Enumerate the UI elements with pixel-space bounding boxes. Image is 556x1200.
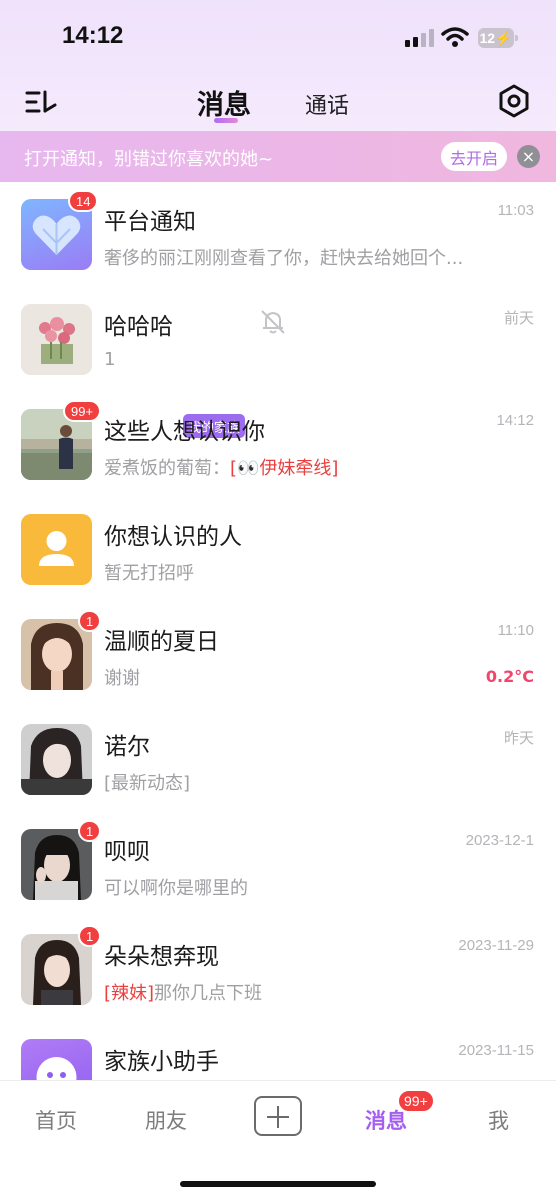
conversation-item[interactable]: 1 温顺的夏日 11:10 谢谢 0.2°C — [0, 602, 556, 707]
conversation-name: 家族小助手 — [104, 1049, 219, 1075]
notification-banner: 打开通知，别错过你喜欢的她~ 去开启 — [0, 131, 556, 182]
conversation-time: 前天 — [503, 310, 534, 327]
nav-friends[interactable]: 朋友 — [145, 1105, 187, 1135]
conversation-name: 这些人想认识你 — [104, 419, 265, 445]
close-banner-button[interactable]: × — [517, 145, 540, 168]
tab-messages[interactable]: 消息 — [197, 83, 251, 122]
mute-bell-icon — [261, 310, 285, 334]
flowers-photo-avatar — [21, 304, 92, 375]
conversation-time: 昨天 — [503, 730, 534, 747]
notification-text: 打开通知，别错过你喜欢的她~ — [24, 149, 274, 170]
preview-message: 那你几点下班 — [154, 983, 263, 1004]
tab-calls[interactable]: 通话 — [305, 88, 349, 120]
preview-sender: 爱煮饭的葡萄： — [104, 458, 230, 479]
conversation-item[interactable]: 1 呗呗 2023-12-1 可以啊你是哪里的 — [0, 812, 556, 917]
intimacy-temperature: 0.2°C — [485, 667, 534, 686]
conversation-preview: [最新动态] — [104, 773, 191, 794]
home-indicator — [180, 1181, 376, 1187]
conversation-item[interactable]: 哈哈哈 我的家族 前天 1 — [0, 287, 556, 438]
conversation-preview: 谢谢 — [104, 668, 140, 689]
cellular-signal-icon — [405, 29, 435, 47]
conversation-item[interactable]: 家族小助手 2023-11-15 — [0, 1022, 556, 1080]
messages-badge: 99+ — [397, 1089, 435, 1113]
conversation-item[interactable]: 你想认识的人 暂无打招呼 — [0, 497, 556, 602]
conversation-item[interactable]: 1 朵朵想奔现 2023-11-29 [辣妹]那你几点下班 — [0, 917, 556, 1022]
conversation-time: 2023-12-1 — [465, 832, 534, 849]
top-header: 消息 通话 — [0, 75, 556, 131]
tab-active-indicator — [214, 118, 238, 123]
settings-icon[interactable] — [496, 83, 532, 119]
status-time: 14:12 — [62, 22, 124, 49]
conversation-item[interactable]: 14 平台通知 11:03 奢侈的丽江刚刚查看了你，赶快去给她回个... — [0, 182, 556, 287]
unread-badge: 14 — [68, 190, 99, 212]
enable-notification-button[interactable]: 去开启 — [441, 142, 507, 171]
conversation-preview: 爱煮饭的葡萄：[👀伊妹牵线] — [104, 454, 338, 480]
people-you-may-know-avatar — [21, 514, 92, 585]
conversation-name: 诺尔 — [104, 734, 150, 760]
conversation-name: 温顺的夏日 — [104, 629, 219, 655]
conversation-item[interactable]: 诺尔 昨天 [最新动态] — [0, 707, 556, 812]
add-button[interactable] — [254, 1096, 302, 1136]
conversation-preview: 1 — [104, 349, 116, 370]
conversation-time: 11:10 — [497, 622, 534, 639]
conversation-name: 朵朵想奔现 — [104, 944, 219, 970]
hot-girl-tag: [辣妹] — [104, 983, 155, 1004]
conversation-name: 你想认识的人 — [104, 524, 242, 550]
battery-icon: 12 ⚡ — [478, 28, 518, 48]
conversation-time: 14:12 — [496, 412, 534, 429]
assistant-icon — [36, 1057, 77, 1080]
conversation-preview: 可以啊你是哪里的 — [104, 878, 248, 899]
unread-badge: 1 — [78, 925, 102, 947]
conversation-preview: [辣妹]那你几点下班 — [104, 979, 262, 1005]
conversation-item[interactable]: 99+ 这些人想认识你 14:12 爱煮饭的葡萄：[👀伊妹牵线] — [0, 392, 556, 497]
unread-badge: 1 — [78, 610, 102, 632]
conversation-preview: 奢侈的丽江刚刚查看了你，赶快去给她回个... — [104, 248, 464, 269]
unread-badge: 1 — [78, 820, 102, 842]
conversation-name: 哈哈哈 — [104, 314, 173, 340]
status-bar: 14:12 12 ⚡ — [0, 0, 556, 75]
nav-home[interactable]: 首页 — [35, 1105, 77, 1135]
conversation-time: 11:03 — [497, 202, 534, 219]
nav-me[interactable]: 我 — [488, 1105, 509, 1135]
matchmaker-tag: [👀伊妹牵线] — [230, 458, 339, 479]
conversation-time: 2023-11-15 — [458, 1042, 534, 1059]
battery-level: 12 — [479, 30, 496, 46]
conversation-time: 2023-11-29 — [458, 937, 534, 954]
family-assistant-avatar — [21, 1039, 92, 1080]
conversation-preview: 暂无打招呼 — [104, 563, 194, 584]
unread-badge: 99+ — [63, 400, 102, 422]
person-icon — [39, 531, 74, 566]
conversation-name: 呗呗 — [104, 839, 150, 865]
girl-photo-avatar — [21, 724, 92, 795]
conversation-list: 14 平台通知 11:03 奢侈的丽江刚刚查看了你，赶快去给她回个... 哈哈哈… — [0, 182, 556, 1080]
menu-icon[interactable] — [24, 87, 60, 117]
wifi-icon — [441, 27, 469, 47]
conversation-name: 平台通知 — [104, 209, 196, 235]
